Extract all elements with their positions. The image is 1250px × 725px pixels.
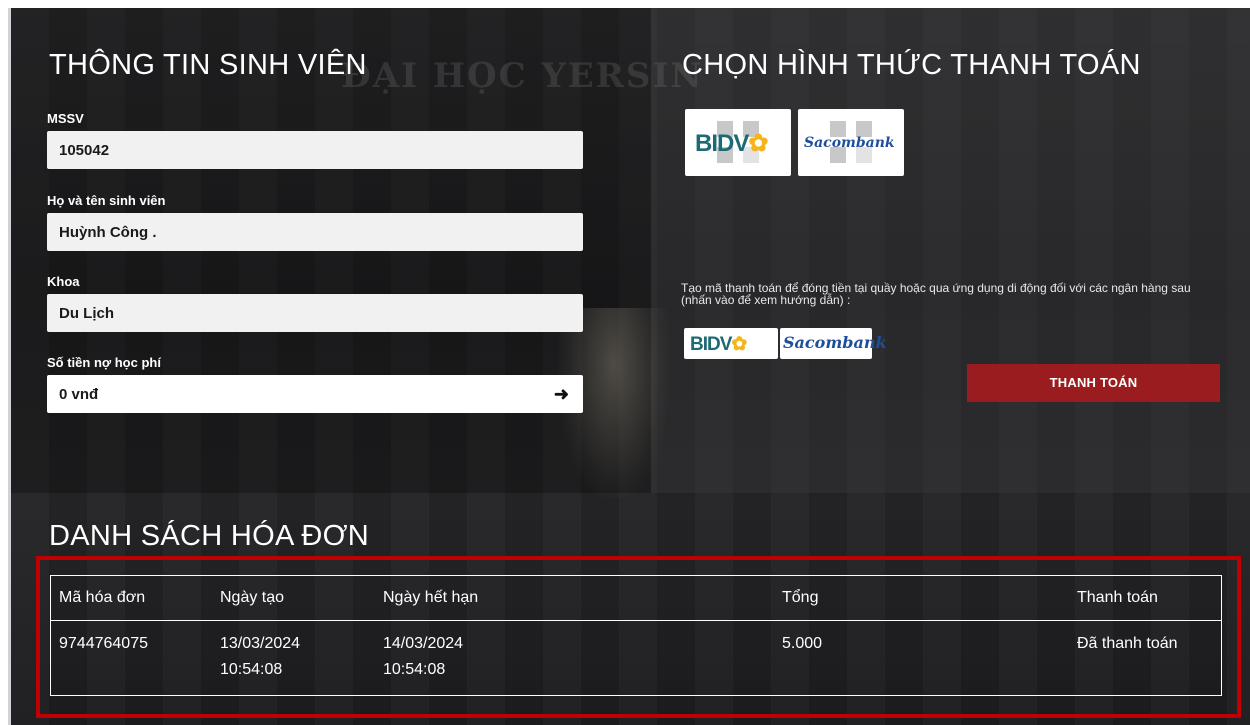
debt-field[interactable]: 0 vnđ ➜ [47,375,583,413]
sacombank-small-logo: Sacombank [783,333,887,352]
bidv-guide-link[interactable]: BIDV✿ [684,328,778,359]
invoice-list-title: DANH SÁCH HÓA ĐƠN [49,520,370,552]
faculty-label: Khoa [47,274,80,289]
invoice-id: 9744764075 [59,635,148,652]
expiry-date: 14/03/2024 [383,635,464,652]
expiry-time: 10:54:08 [383,661,446,678]
background-building-sign: ĐẠI HỌC YERSIN [341,56,704,96]
column-header-total: Tổng [782,589,819,606]
mssv-value: 105042 [59,142,110,159]
name-field: Huỳnh Công . [47,213,583,251]
sacombank-payment-option[interactable]: Sacombank [798,109,904,176]
name-value: Huỳnh Công . [59,224,157,241]
mssv-label: MSSV [47,111,84,126]
invoice-table: Mã hóa đơn Ngày tạo Ngày hết hạn Tổng Th… [50,575,1222,696]
sacombank-guide-link[interactable]: Sacombank [780,328,887,359]
invoice-total: 5.000 [782,635,823,652]
name-label: Họ và tên sinh viên [47,193,166,208]
mssv-field: 105042 [47,131,583,169]
payment-instruction-text: Tạo mã thanh toán để đóng tiền tại quầy … [681,281,1191,307]
column-header-payment: Thanh toán [1077,589,1158,606]
bidv-payment-option[interactable]: BIDV✿ [685,109,791,176]
faculty-field: Du Lịch [47,294,583,332]
column-header-created-date: Ngày tạo [220,589,285,606]
debt-value: 0 vnđ [59,386,99,403]
payment-method-title: CHỌN HÌNH THỨC THANH TOÁN [682,49,1141,81]
bidv-small-logo: BIDV✿ [690,334,747,355]
created-date: 13/03/2024 [220,635,301,652]
table-row-divider [51,620,1221,621]
payment-status: Đã thanh toán [1077,635,1178,652]
pay-button[interactable]: THANH TOÁN [967,364,1220,402]
student-info-title: THÔNG TIN SINH VIÊN [49,49,367,81]
faculty-value: Du Lịch [59,305,114,322]
column-header-expiry-date: Ngày hết hạn [383,589,479,606]
arrow-right-icon[interactable]: ➜ [554,384,569,405]
created-time: 10:54:08 [220,661,283,678]
debt-label: Số tiền nợ học phí [47,355,161,370]
bidv-logo: BIDV✿ [695,130,768,157]
sacombank-logo: Sacombank [804,135,895,151]
column-header-invoice-id: Mã hóa đơn [59,589,146,606]
